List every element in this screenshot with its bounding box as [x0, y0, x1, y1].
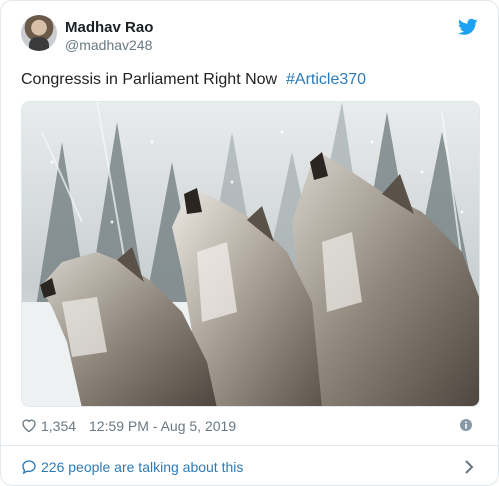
- author-handle[interactable]: @madhav248: [65, 37, 152, 53]
- tweet-photo[interactable]: [21, 101, 480, 407]
- conversation-label[interactable]: 226 people are talking about this: [41, 459, 243, 475]
- conversation-link[interactable]: 226 people are talking about this: [21, 457, 478, 477]
- tweet-timestamp[interactable]: 12:59 PM - Aug 5, 2019: [89, 418, 236, 434]
- tweet-body: Congressis in Parliament Right Now: [21, 71, 278, 88]
- chevron-right-icon[interactable]: [464, 460, 474, 474]
- tweet-header: Madhav Rao @madhav248: [21, 15, 478, 59]
- avatar[interactable]: [21, 15, 57, 51]
- wolves-photo: [22, 102, 479, 406]
- heart-icon[interactable]: [21, 418, 37, 433]
- footer-divider: [1, 445, 498, 446]
- tweet-text: Congressis in Parliament Right Now #Arti…: [21, 69, 366, 91]
- hashtag-link[interactable]: #Article370: [286, 71, 366, 88]
- speech-bubble-icon: [22, 460, 36, 475]
- tweet-card: Madhav Rao @madhav248 Congressis in Parl…: [0, 0, 499, 486]
- like-count[interactable]: 1,354: [41, 418, 76, 434]
- info-icon[interactable]: [460, 419, 472, 431]
- twitter-bird-icon[interactable]: [458, 18, 478, 36]
- tweet-footer: 1,354 12:59 PM - Aug 5, 2019: [21, 415, 478, 437]
- author-name[interactable]: Madhav Rao: [65, 19, 153, 36]
